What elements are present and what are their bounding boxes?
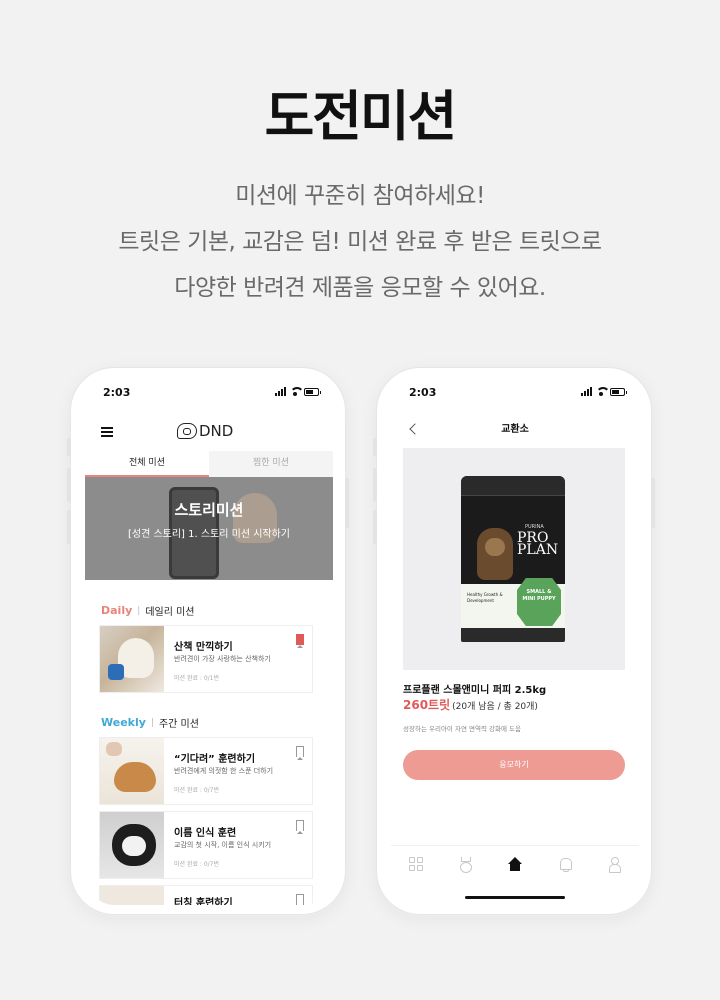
daily-label: 데일리 미션 — [145, 607, 195, 618]
card-meta: 미션 완료 : 0/7번 — [174, 787, 219, 794]
bell-icon[interactable] — [558, 857, 572, 872]
medal-icon[interactable] — [458, 856, 473, 873]
touch-photo — [100, 886, 164, 905]
bookmark-icon[interactable] — [296, 746, 304, 760]
bag-logo: PRO PLAN — [517, 530, 559, 558]
card-title: 터칭 훈련하기 — [174, 898, 233, 905]
bag-health-text: Healthy Growth & Development — [467, 592, 503, 603]
puppy-photo — [477, 528, 513, 580]
tab-all-missions[interactable]: 전체 미션 — [85, 451, 209, 477]
corgi-photo — [100, 738, 164, 804]
status-time: 2:03 — [409, 386, 437, 399]
hero-description: 미션에 꾸준히 참여하세요! 트릿은 기본, 교감은 덤! 미션 완료 후 받은… — [0, 173, 720, 311]
tab-liked-missions[interactable]: 찜한 미션 — [209, 451, 333, 477]
card-desc: 반려견에게 의젓함 한 스푼 더하기 — [174, 767, 274, 775]
weekly-label: 주간 미션 — [158, 719, 199, 730]
weekly-section-header: Weekly | 주간 미션 — [101, 716, 199, 730]
apply-button[interactable]: 응모하기 — [403, 750, 625, 780]
bookmark-icon[interactable] — [296, 820, 304, 834]
bookmark-icon[interactable] — [296, 894, 304, 905]
menu-icon[interactable] — [101, 427, 113, 437]
hero-line-2: 트릿은 기본, 교감은 덤! 미션 완료 후 받은 트릿으로 — [118, 229, 602, 255]
product-price: 260트릿 (20개 남음 / 총 20개) — [403, 698, 538, 712]
card-title: “기다려” 훈련하기 — [174, 754, 256, 765]
bottom-nav — [391, 845, 639, 881]
dnd-logo[interactable]: DND — [177, 422, 233, 440]
hero-line-1: 미션에 꾸준히 참여하세요! — [235, 183, 485, 209]
phone-exchange: 2:03 교환소 PURINA PRO PLAN Healthy Growth … — [373, 367, 655, 915]
dog-logo-icon — [177, 423, 197, 439]
home-indicator — [465, 896, 565, 899]
battery-icon — [304, 388, 321, 396]
banner-title: 스토리미션 — [174, 501, 244, 519]
card-desc: 교감의 첫 시작, 이름 인식 시키기 — [174, 841, 272, 849]
card-meta: 미션 완료 : 0/7번 — [174, 861, 219, 868]
bulldog-photo — [100, 812, 164, 878]
mission-card-touch[interactable]: 터칭 훈련하기 — [99, 885, 313, 905]
mission-tabs: 전체 미션 찜한 미션 — [85, 451, 333, 477]
battery-icon — [610, 388, 627, 396]
walk-dog-photo — [100, 626, 164, 692]
exchange-screen: 2:03 교환소 PURINA PRO PLAN Healthy Growth … — [391, 379, 639, 905]
signal-icon — [581, 387, 592, 396]
app-header: DND — [85, 409, 333, 451]
bag-badge: SMALL & MINI PUPPY — [522, 589, 556, 602]
story-mission-banner[interactable]: 스토리미션 [성견 스토리] 1. 스토리 미션 시작하기 — [85, 477, 333, 580]
signal-icon — [275, 387, 286, 396]
mission-card-wait[interactable]: “기다려” 훈련하기 반려견에게 의젓함 한 스푼 더하기 미션 완료 : 0/… — [99, 737, 313, 805]
product-description: 성장하는 우리아이 자연 면역력 강화에 도움 — [403, 725, 521, 733]
wifi-icon — [290, 387, 304, 396]
product-image: PURINA PRO PLAN Healthy Growth & Develop… — [403, 448, 625, 670]
grid-icon[interactable] — [408, 856, 423, 871]
card-title: 이름 인식 훈련 — [174, 828, 237, 839]
mission-card-name[interactable]: 이름 인식 훈련 교감의 첫 시작, 이름 인식 시키기 미션 완료 : 0/7… — [99, 811, 313, 879]
bookmark-filled-icon[interactable] — [296, 634, 304, 648]
daily-section-header: Daily | 데일리 미션 — [101, 604, 195, 618]
user-icon[interactable] — [607, 856, 622, 873]
card-meta: 미션 완료 : 0/1번 — [174, 675, 219, 682]
hero-line-3: 다양한 반려견 제품을 응모할 수 있어요. — [174, 275, 546, 301]
status-bar: 2:03 — [391, 379, 639, 405]
logo-text: DND — [199, 422, 234, 440]
weekly-tag: Weekly — [101, 716, 146, 729]
mission-screen: 2:03 DND 전체 미션 찜한 미션 스토리미션 [성견 스토리] 1. 스… — [85, 379, 333, 905]
wifi-icon — [596, 387, 610, 396]
dog-food-bag: PURINA PRO PLAN Healthy Growth & Develop… — [461, 476, 565, 642]
status-bar: 2:03 — [85, 379, 333, 405]
product-name: 프로플랜 스몰앤미니 퍼피 2.5kg — [403, 685, 547, 696]
product-stock: (20개 남음 / 총 20개) — [452, 702, 538, 712]
phone-mission: 2:03 DND 전체 미션 찜한 미션 스토리미션 [성견 스토리] 1. 스… — [67, 367, 349, 915]
screen-title: 교환소 — [501, 424, 529, 435]
card-desc: 반려견이 가장 사랑하는 산책하기 — [174, 655, 271, 663]
home-icon[interactable] — [507, 856, 522, 871]
card-title: 산책 만끽하기 — [174, 642, 233, 653]
mission-card-walk[interactable]: 산책 만끽하기 반려견이 가장 사랑하는 산책하기 미션 완료 : 0/1번 — [99, 625, 313, 693]
status-time: 2:03 — [103, 386, 131, 399]
page-title: 도전미션 — [264, 85, 458, 148]
banner-subtitle: [성견 스토리] 1. 스토리 미션 시작하기 — [127, 529, 291, 540]
daily-tag: Daily — [101, 604, 133, 617]
